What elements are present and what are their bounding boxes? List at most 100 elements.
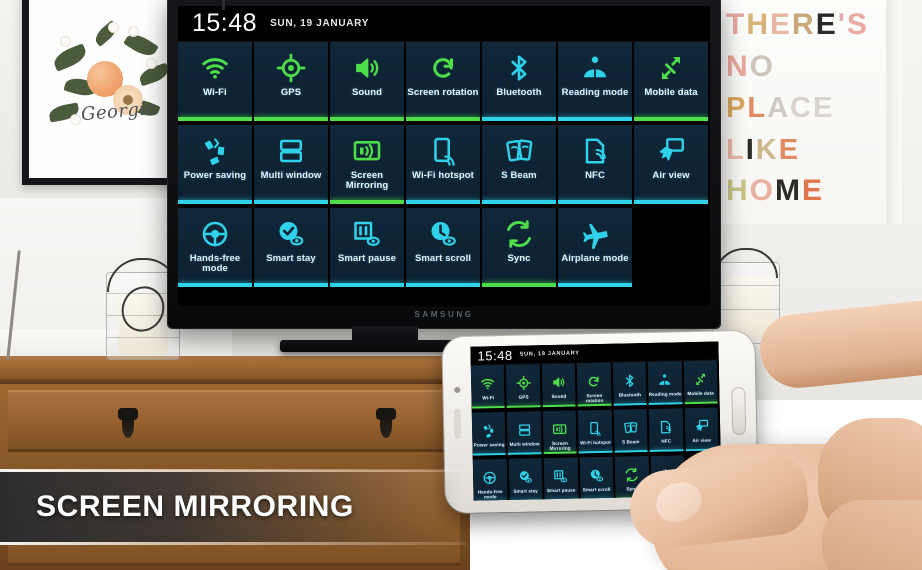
phone-clock: 15:48 — [477, 347, 513, 364]
toggle-nfc[interactable]: NFC — [648, 408, 686, 452]
toggle-label: Wi-Fi hotspot — [412, 170, 474, 181]
toggle-smart-pause[interactable]: Smart pause — [543, 457, 581, 501]
peach-illustration — [47, 19, 171, 152]
sync-icon — [624, 465, 639, 484]
tv-clock: 15:48 — [192, 9, 258, 37]
s-beam-icon — [504, 134, 534, 168]
toggle-screen-mirroring[interactable]: Screen Mirroring — [542, 410, 579, 455]
room-scene: Georgia THERE'S NO PLACE LIKE HOME 15:48… — [0, 0, 922, 570]
toggle-airplane-mode[interactable]: Airplane mode — [650, 455, 687, 499]
tv-date: SUN, 19 JANUARY — [270, 18, 370, 29]
quote-line-3: PLACE — [726, 92, 835, 124]
smartphone[interactable]: 15:48 SUN, 19 JANUARY Wi-Fi GPS Sound Scree… — [442, 330, 758, 514]
wifi-icon — [480, 374, 495, 393]
toggle-screen-rotation[interactable]: Screen rotation — [577, 362, 614, 407]
wifi-hotspot-icon — [428, 134, 458, 168]
toggle-state-bar — [482, 117, 556, 121]
toggle-state-bar — [178, 200, 252, 204]
toggle-label: GPS — [280, 87, 302, 98]
wall-art-edge — [886, 0, 902, 224]
smart-scroll-icon — [589, 466, 604, 485]
mobile-data-icon — [693, 370, 708, 389]
toggle-smart-scroll[interactable]: Smart scroll — [406, 208, 482, 287]
nfc-icon — [580, 134, 610, 168]
dresser-top-surface — [0, 356, 470, 384]
tv-status-bar: 15:48 SUN, 19 JANUARY — [178, 6, 710, 42]
toggle-label: GPS — [518, 394, 529, 400]
tv-brand-logo: SAMSUNG — [414, 310, 474, 319]
toggle-sync[interactable]: Sync — [614, 455, 652, 500]
toggle-label: Wi-Fi hotspot — [580, 439, 611, 446]
toggle-air-view[interactable]: Air view — [634, 125, 710, 204]
toggle-screen-rotation[interactable]: Screen rotation — [406, 42, 482, 121]
toggle-gps[interactable]: GPS — [254, 42, 330, 121]
toggle-label: Smart scroll — [414, 253, 472, 264]
toggle-power-saving[interactable]: Power saving — [471, 411, 509, 456]
toggle-smart-pause[interactable]: Smart pause — [330, 208, 406, 287]
toggle-state-bar — [558, 117, 632, 121]
toggle-state-bar — [254, 283, 328, 287]
toggle-label: S Beam — [501, 170, 537, 181]
toggle-power-saving[interactable]: Power saving — [178, 125, 254, 204]
toggle-airplane-mode[interactable]: Airplane mode — [558, 208, 634, 287]
phone-date: SUN, 19 JANUARY — [519, 350, 580, 358]
toggle-label: Smart stay — [513, 488, 538, 494]
toggle-row: Hands-free mode Smart stay Smart pause Smar… — [178, 208, 710, 287]
toggle-reading-mode[interactable]: Reading mode — [558, 42, 634, 121]
toggle-label: NFC — [661, 438, 672, 444]
tv-screen: 15:48 SUN, 19 JANUARY Wi-Fi GPS Sound Scree… — [178, 6, 710, 306]
toggle-bluetooth[interactable]: Bluetooth — [612, 361, 649, 406]
toggle-smart-scroll[interactable]: Smart scroll — [579, 456, 616, 501]
toggle-label: Smart pause — [337, 253, 397, 264]
toggle-air-view[interactable]: Air view — [684, 407, 721, 452]
toggle-sync[interactable]: Sync — [482, 208, 558, 287]
toggle-multi-window[interactable]: Multi window — [254, 125, 330, 204]
toggle-sound[interactable]: Sound — [541, 363, 578, 408]
hands-free-icon — [200, 217, 230, 251]
sound-icon — [551, 373, 566, 392]
toggle-label: Air view — [692, 437, 711, 444]
quote-line-2: NO — [726, 50, 776, 83]
toggle-gps[interactable]: GPS — [506, 364, 543, 408]
toggle-reading-mode[interactable]: Reading mode — [647, 361, 685, 405]
toggle-smart-stay[interactable]: Smart stay — [508, 458, 545, 501]
toggle-label: Sync — [507, 253, 531, 264]
toggle-smart-stay[interactable]: Smart stay — [254, 208, 330, 287]
power-saving-icon — [200, 134, 230, 168]
toggle-bluetooth[interactable]: Bluetooth — [482, 42, 558, 121]
phone-quick-settings-panel: 15:48 SUN, 19 JANUARY Wi-Fi GPS Sound Scree… — [470, 341, 722, 501]
toggle-wi-fi-hotspot[interactable]: Wi-Fi hotspot — [406, 125, 482, 204]
wifi-hotspot-icon — [587, 419, 602, 438]
toggle-wi-fi[interactable]: Wi-Fi — [470, 364, 508, 409]
smart-pause-icon — [352, 217, 382, 251]
toggle-wi-fi[interactable]: Wi-Fi — [178, 42, 254, 121]
phone-home-button[interactable] — [731, 386, 747, 436]
toggle-nfc[interactable]: NFC — [558, 125, 634, 204]
toggle-label: Wi-Fi — [203, 87, 227, 98]
toggle-mobile-data[interactable]: Mobile data — [683, 360, 720, 405]
toggle-state-bar — [254, 200, 328, 204]
toggle-wi-fi-hotspot[interactable]: Wi-Fi hotspot — [578, 409, 615, 454]
toggle-state-bar — [178, 283, 252, 287]
dresser-drawer-top — [8, 390, 460, 452]
toggle-s-beam[interactable]: S Beam — [613, 408, 650, 453]
sound-icon — [352, 51, 382, 85]
toggle-screen-mirroring[interactable]: Screen Mirroring — [330, 125, 406, 204]
toggle-row: Power saving Multi window Screen Mirroring… — [471, 407, 721, 456]
sync-icon — [504, 217, 534, 251]
toggle-hands-free-mode[interactable]: Hands-free mode — [472, 458, 510, 501]
toggle-label: Screen rotation — [407, 87, 479, 98]
toggle-multi-window[interactable]: Multi window — [507, 411, 544, 455]
drawer-pull-right — [376, 408, 396, 438]
toggle-sound[interactable]: Sound — [330, 42, 406, 121]
nfc-icon — [658, 417, 673, 436]
toggle-label: Smart scroll — [582, 486, 611, 493]
toggle-hands-free-mode[interactable]: Hands-free mode — [178, 208, 254, 287]
quote-line-5: HOME — [726, 174, 825, 207]
phone-screen[interactable]: 15:48 SUN, 19 JANUARY Wi-Fi GPS Sound Scree… — [470, 341, 722, 501]
toggle-s-beam[interactable]: S Beam — [482, 125, 558, 204]
smart-stay-icon — [276, 217, 306, 251]
toggle-state-bar — [473, 499, 508, 501]
toggle-mobile-data[interactable]: Mobile data — [634, 42, 710, 121]
grid-empty-space — [634, 208, 710, 287]
